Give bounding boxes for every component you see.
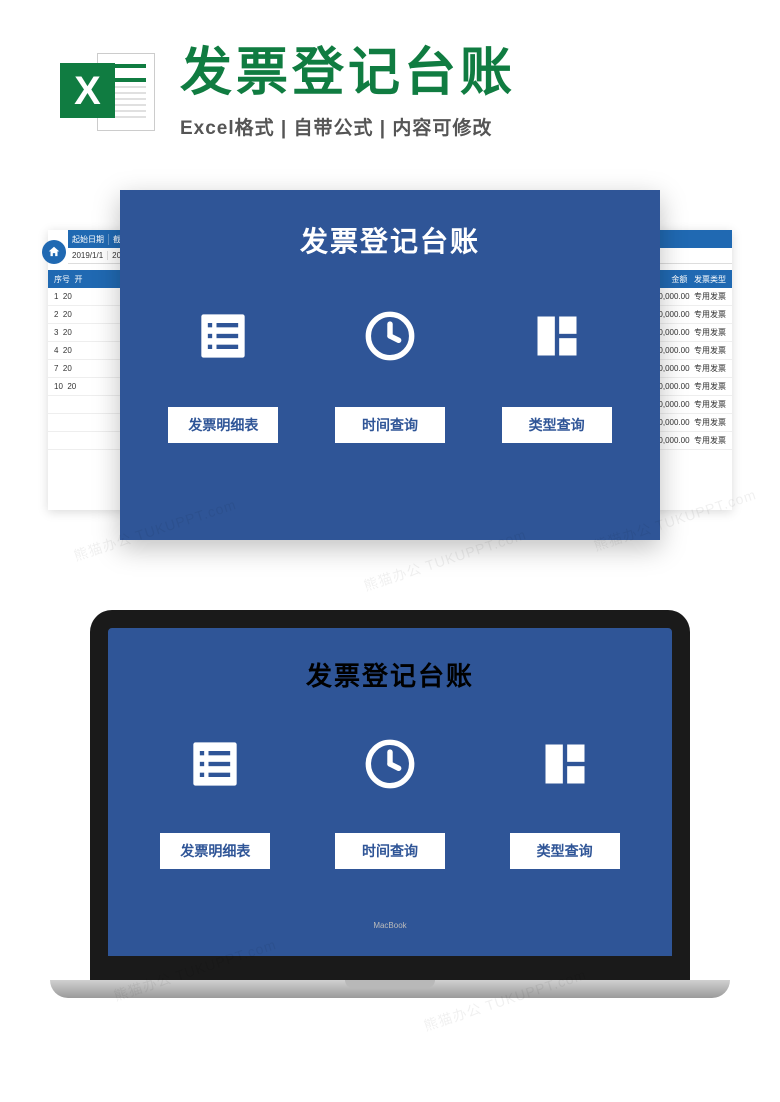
home-icon[interactable] (42, 240, 66, 264)
clock-icon (364, 738, 416, 790)
grid-icon (539, 738, 591, 790)
list-icon (197, 310, 249, 362)
time-button[interactable]: 时间查询 (335, 833, 445, 869)
preview-area: 起始日期 截 2019/1/1 20 序号 开 金额 发票类型 1 200,00… (0, 190, 780, 570)
time-icon-cell (330, 310, 450, 367)
laptop-base (50, 980, 730, 998)
col-seq: 序号 (54, 275, 70, 284)
date-value-start: 2019/1/1 (68, 251, 108, 260)
detail-button[interactable]: 发票明细表 (168, 407, 278, 443)
panel-title: 发票登记台账 (300, 220, 480, 260)
sub-title: Excel格式 | 自带公式 | 内容可修改 (180, 113, 720, 140)
type-icon-cell (497, 310, 617, 367)
laptop-mockup: 发票登记台账 发票明细表 时间查询 类型查询 (0, 610, 780, 1050)
laptop-screen: 发票登记台账 发票明细表 时间查询 类型查询 (90, 610, 690, 980)
clock-icon (364, 310, 416, 362)
excel-x-letter: X (60, 63, 115, 118)
col-open: 开 (74, 275, 82, 284)
laptop-label: MacBook (373, 921, 406, 930)
list-icon (189, 738, 241, 790)
col-amount: 金额 (671, 275, 687, 284)
date-header-start: 起始日期 (68, 234, 109, 245)
excel-logo: X (60, 45, 155, 140)
grid-icon (531, 310, 583, 362)
detail-button[interactable]: 发票明细表 (160, 833, 270, 869)
detail-icon-cell (163, 310, 283, 367)
time-button[interactable]: 时间查询 (335, 407, 445, 443)
panel-title-laptop: 发票登记台账 (306, 656, 474, 693)
type-button[interactable]: 类型查询 (510, 833, 620, 869)
col-type: 发票类型 (694, 275, 726, 284)
header: X 发票登记台账 Excel格式 | 自带公式 | 内容可修改 (0, 0, 780, 165)
type-button[interactable]: 类型查询 (502, 407, 612, 443)
main-title: 发票登记台账 (180, 45, 720, 102)
header-text: 发票登记台账 Excel格式 | 自带公式 | 内容可修改 (180, 45, 720, 139)
dashboard-panel: 发票登记台账 发票明细表 时间查询 类型查询 (120, 190, 660, 540)
